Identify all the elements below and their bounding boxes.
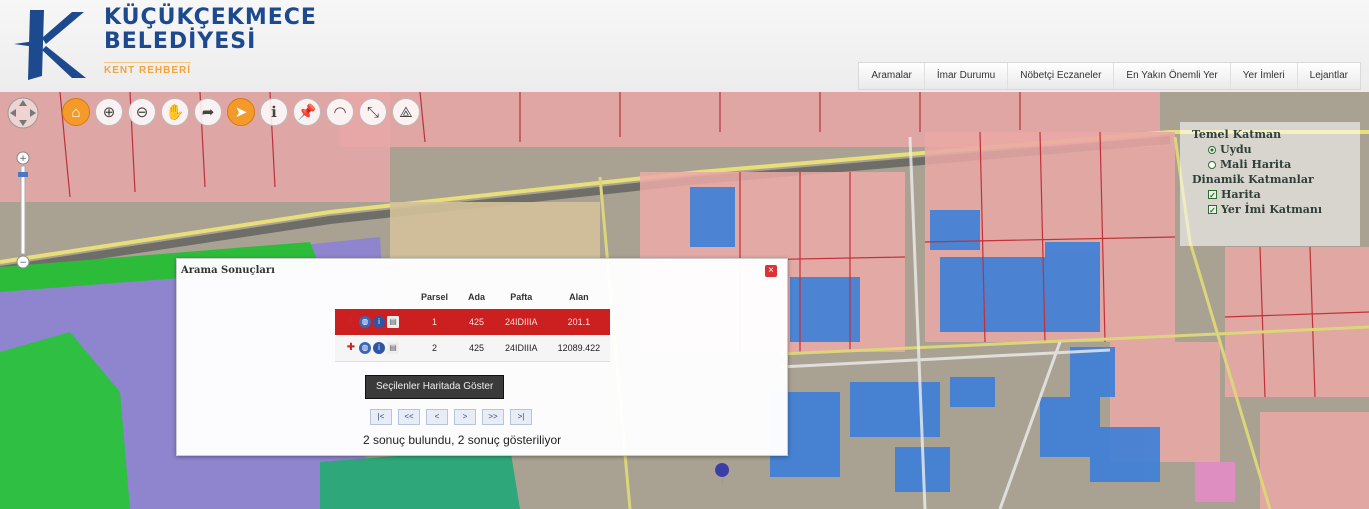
cell-alan: 201.1 bbox=[547, 309, 611, 335]
search-results-dialog: Arama Sonuçları × Parsel Ada Pafta Alan … bbox=[176, 258, 788, 456]
layer-label: Yer İmi Katmanı bbox=[1221, 203, 1323, 216]
document-icon[interactable]: ▤ bbox=[387, 342, 399, 354]
measure-area-icon[interactable]: ⟁ bbox=[392, 98, 420, 126]
pan-control[interactable] bbox=[6, 96, 40, 130]
bell-icon[interactable]: ◠ bbox=[326, 98, 354, 126]
layer-label: Uydu bbox=[1220, 143, 1252, 156]
table-row[interactable]: ✚ ◍ i ▤ 2 425 24IDIIIA 12089.422 bbox=[335, 335, 611, 362]
page-last-button[interactable]: >| bbox=[510, 409, 532, 425]
cell-parsel: 2 bbox=[411, 335, 459, 362]
measure-distance-icon[interactable]: ⤡ bbox=[359, 98, 387, 126]
brand-subtitle: KENT REHBERİ bbox=[104, 62, 192, 76]
brand-block: KÜÇÜKÇEKMECE BELEDİYESİ KENT REHBERİ bbox=[104, 6, 317, 78]
column-header: Alan bbox=[569, 292, 589, 302]
radio-uydu[interactable] bbox=[1208, 145, 1216, 154]
map-toolbar: ⌂ ⊕ ⊖ ✋ ➦ ➤ ℹ 📌 ◠ ⤡ ⟁ bbox=[62, 98, 420, 126]
base-layer-title: Temel Katman bbox=[1192, 128, 1282, 141]
info-icon[interactable]: i bbox=[373, 342, 385, 354]
show-selected-on-map-button[interactable]: Seçilenler Haritada Göster bbox=[365, 375, 505, 399]
globe-icon[interactable]: ◍ bbox=[359, 342, 371, 354]
column-header: Ada bbox=[468, 292, 486, 302]
layer-label: Harita bbox=[1221, 188, 1261, 201]
cell-pafta: 24IDIIIA bbox=[495, 309, 548, 335]
pan-icon[interactable]: ✋ bbox=[161, 98, 189, 126]
pagination: |< << < > >> >| bbox=[370, 409, 532, 425]
brand-name-line2: BELEDİYESİ bbox=[104, 29, 257, 54]
back-icon[interactable]: ➦ bbox=[194, 98, 222, 126]
layer-option-uydu[interactable]: Uydu bbox=[1208, 143, 1352, 156]
nav-aramalar[interactable]: Aramalar bbox=[859, 63, 925, 89]
dynamic-layer-title: Dinamik Katmanlar bbox=[1192, 173, 1314, 186]
radio-mali-harita[interactable] bbox=[1208, 160, 1216, 169]
top-navigation: Aramalar İmar Durumu Nöbetçi Eczaneler E… bbox=[858, 62, 1361, 90]
pin-icon[interactable]: ✚ bbox=[345, 316, 357, 328]
page-first-button[interactable]: |< bbox=[370, 409, 392, 425]
cell-alan: 12089.422 bbox=[547, 335, 611, 362]
zoom-slider[interactable]: + − bbox=[16, 150, 30, 270]
column-header: Pafta bbox=[510, 292, 533, 302]
column-header: Parsel bbox=[421, 292, 449, 302]
globe-icon[interactable]: ◍ bbox=[359, 316, 371, 328]
zoom-out-icon[interactable]: ⊖ bbox=[128, 98, 156, 126]
results-title: Arama Sonuçları bbox=[181, 265, 275, 276]
cell-ada: 425 bbox=[458, 309, 496, 335]
close-icon[interactable]: × bbox=[765, 265, 777, 277]
nav-en-yakin-onemli-yer[interactable]: En Yakın Önemli Yer bbox=[1114, 63, 1231, 89]
checkbox-harita[interactable]: ✓ bbox=[1208, 190, 1217, 199]
pin-icon[interactable]: 📌 bbox=[293, 98, 321, 126]
results-summary: 2 sonuç bulundu, 2 sonuç gösteriliyor bbox=[363, 433, 562, 447]
svg-text:+: + bbox=[19, 154, 27, 164]
column-actions bbox=[335, 285, 411, 309]
results-table: Parsel Ada Pafta Alan ✚ ◍ i ▤ 1 425 24IDIII… bbox=[335, 285, 611, 362]
document-icon[interactable]: ▤ bbox=[387, 316, 399, 328]
svg-text:−: − bbox=[19, 258, 27, 268]
layer-label: Mali Harita bbox=[1220, 158, 1292, 171]
page-next-button[interactable]: > bbox=[454, 409, 476, 425]
checkbox-yer-imi[interactable]: ✓ bbox=[1208, 205, 1217, 214]
app-header: KÜÇÜKÇEKMECE BELEDİYESİ KENT REHBERİ Ara… bbox=[0, 0, 1369, 93]
cell-pafta: 24IDIIIA bbox=[495, 335, 548, 362]
nav-nobetci-eczaneler[interactable]: Nöbetçi Eczaneler bbox=[1008, 63, 1115, 89]
brand-name: KÜÇÜKÇEKMECE bbox=[104, 5, 317, 30]
select-icon[interactable]: ➤ bbox=[227, 98, 255, 126]
pin-icon[interactable]: ✚ bbox=[345, 342, 357, 354]
cell-ada: 425 bbox=[458, 335, 496, 362]
nav-imar-durumu[interactable]: İmar Durumu bbox=[925, 63, 1009, 89]
layers-panel: Temel Katman Uydu Mali Harita Dinamik Ka… bbox=[1180, 122, 1360, 246]
nav-lejantlar[interactable]: Lejantlar bbox=[1298, 63, 1360, 89]
row-actions: ✚ ◍ i ▤ bbox=[335, 335, 411, 362]
cell-parsel: 1 bbox=[411, 309, 459, 335]
zoom-in-icon[interactable]: ⊕ bbox=[95, 98, 123, 126]
info-icon[interactable]: ℹ bbox=[260, 98, 288, 126]
kucukcekmece-logo bbox=[14, 10, 86, 80]
layer-option-yer-imi[interactable]: ✓ Yer İmi Katmanı bbox=[1208, 203, 1352, 216]
table-row[interactable]: ✚ ◍ i ▤ 1 425 24IDIIIA 201.1 bbox=[335, 309, 611, 335]
row-actions: ✚ ◍ i ▤ bbox=[335, 309, 411, 335]
page-prev-fast-button[interactable]: << bbox=[398, 409, 420, 425]
nav-yer-imleri[interactable]: Yer İmleri bbox=[1231, 63, 1298, 89]
page-prev-button[interactable]: < bbox=[426, 409, 448, 425]
layer-option-harita[interactable]: ✓ Harita bbox=[1208, 188, 1352, 201]
layer-option-mali-harita[interactable]: Mali Harita bbox=[1208, 158, 1352, 171]
info-icon[interactable]: i bbox=[373, 316, 385, 328]
page-next-fast-button[interactable]: >> bbox=[482, 409, 504, 425]
home-icon[interactable]: ⌂ bbox=[62, 98, 90, 126]
